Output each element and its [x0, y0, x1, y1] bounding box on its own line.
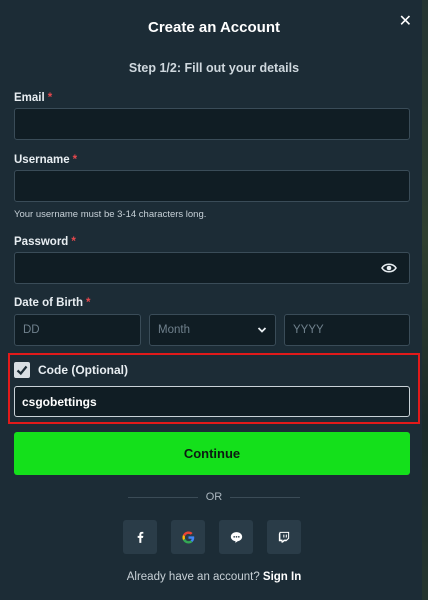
checkmark-icon: [16, 365, 28, 376]
code-label: Code (Optional): [38, 363, 128, 377]
or-label: OR: [205, 491, 223, 503]
dob-year-input[interactable]: YYYY: [284, 314, 410, 346]
username-hint: Your username must be 3-14 characters lo…: [14, 209, 207, 220]
dob-day-input[interactable]: DD: [14, 314, 141, 346]
modal-title: Create an Account: [148, 19, 280, 36]
dob-label: Date of Birth *: [14, 297, 91, 309]
signin-prompt: Already have an account? Sign In: [126, 571, 302, 583]
divider-right: [230, 497, 300, 498]
required-marker: *: [72, 154, 78, 166]
facebook-icon: [137, 531, 144, 543]
google-icon: [181, 531, 194, 543]
password-field[interactable]: [14, 252, 410, 284]
dob-month-select[interactable]: Month: [149, 314, 276, 346]
google-button[interactable]: [171, 520, 205, 554]
code-checkbox[interactable]: [14, 362, 30, 378]
required-marker: *: [71, 236, 76, 248]
line-chat-icon: [230, 531, 242, 543]
close-icon[interactable]: ✕: [399, 14, 412, 30]
create-account-modal: Create an Account ✕ Step 1/2: Fill out y…: [0, 0, 428, 600]
twitch-icon: [278, 531, 290, 543]
required-marker: *: [86, 297, 91, 309]
facebook-button[interactable]: [123, 520, 157, 554]
username-label: Username *: [14, 154, 78, 166]
email-label: Email *: [14, 92, 53, 104]
username-field[interactable]: [14, 170, 410, 202]
chevron-down-icon: [257, 327, 267, 333]
twitch-button[interactable]: [267, 520, 301, 554]
line-chat-button[interactable]: [219, 520, 253, 554]
continue-button[interactable]: Continue: [14, 432, 410, 475]
code-field[interactable]: csgobettings: [14, 386, 410, 417]
required-marker: *: [47, 92, 53, 104]
step-subtitle: Step 1/2: Fill out your details: [128, 61, 300, 75]
signin-link[interactable]: Sign In: [263, 571, 301, 583]
background-edge: [422, 0, 428, 600]
email-field[interactable]: [14, 108, 410, 140]
password-label: Password *: [14, 236, 76, 248]
eye-icon[interactable]: [381, 262, 397, 274]
